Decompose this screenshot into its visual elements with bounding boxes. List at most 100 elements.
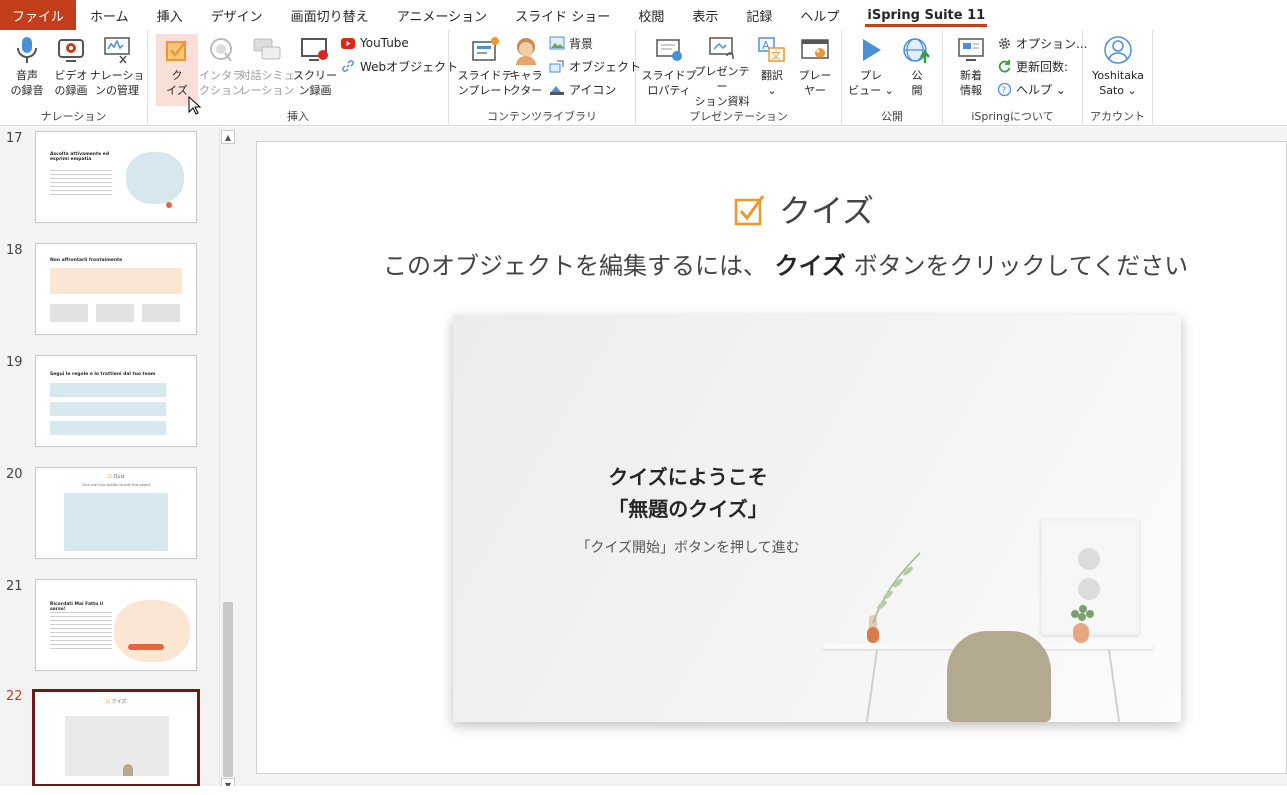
slide-number: 20 — [6, 467, 23, 482]
quiz-preview-card[interactable]: クイズにようこそ 「無題のクイズ」 「クイズ開始」ボタンを押して進む — [453, 315, 1181, 722]
thumbnail-scrollbar[interactable]: ▲ ▼ — [219, 127, 235, 795]
play-icon — [855, 34, 887, 66]
icon-button[interactable]: アイコン — [549, 79, 616, 99]
options-button[interactable]: オプション... — [996, 33, 1087, 53]
preview-button[interactable]: プレ ビュー ⌄ — [846, 34, 896, 106]
player-icon — [799, 34, 831, 66]
group-content-library: スライドテ ンプレート キャラ クター 背景 オブジェクト アイコン コンテンツ… — [449, 30, 641, 126]
object-button[interactable]: オブジェクト — [549, 56, 641, 76]
slide-thumbnail-21[interactable]: 21 Ricordati Mai Fatto il sorso! — [0, 579, 218, 675]
tab-animations[interactable]: アニメーション — [383, 0, 501, 30]
web-object-button[interactable]: Webオブジェクト — [340, 56, 458, 76]
slide-template-button[interactable]: スライドテ ンプレート — [455, 34, 515, 106]
record-video-label-2: の録画 — [54, 84, 88, 97]
translate-label-2: ⌄ — [767, 84, 777, 97]
webcam-icon — [55, 34, 87, 66]
character-label-2: クター — [509, 84, 543, 97]
slide-preview: ☑ Quiz Click the Quiz button to edit thi… — [35, 467, 197, 559]
news-label-1: 新着 — [960, 69, 982, 82]
slide-template-icon — [469, 34, 501, 66]
slide-preview-title: Ricordati Mai Fatto il sorso! — [50, 602, 104, 612]
tab-slideshow[interactable]: スライド ショー — [501, 0, 624, 30]
character-button[interactable]: キャラ クター — [507, 34, 545, 106]
link-icon — [340, 58, 356, 74]
account-name-1: Yoshitaka — [1092, 69, 1144, 82]
manage-narration-button[interactable]: ナレーショ ンの管理 — [89, 34, 145, 106]
tab-insert[interactable]: 挿入 — [143, 0, 197, 30]
slide-thumbnail-panel: 17 Ascolta attivamente ed esprimi empati… — [0, 127, 238, 795]
speech-bubbles-icon — [251, 34, 283, 66]
slide-thumbnail-22[interactable]: 22 ☑ クイズ — [0, 689, 218, 789]
ribbon: 音声 の録音 ビデオ の録画 ナレーショ ンの管理 ナレーション ク イズ イン… — [0, 30, 1287, 126]
account-button[interactable]: Yoshitaka Sato ⌄ — [1087, 34, 1149, 106]
updates-button[interactable]: 更新回数: — [996, 56, 1068, 76]
news-icon — [955, 34, 987, 66]
quiz-welcome-line-1: クイズにようこそ — [608, 465, 768, 489]
slide-thumbnail-19[interactable]: 19 Segui le regole e lo trattieni dal tu… — [0, 355, 218, 451]
interaction-icon — [205, 34, 237, 66]
object-icon — [549, 58, 565, 74]
scrollbar-thumb[interactable] — [223, 602, 233, 777]
tab-design[interactable]: デザイン — [197, 0, 277, 30]
narration-manage-icon — [101, 34, 133, 66]
slide-number: 19 — [6, 355, 23, 370]
group-label-account: アカウント — [1090, 110, 1145, 123]
slide-preview-title: ☑ Quiz — [107, 474, 125, 480]
screen-recording-button[interactable]: スクリー ン録画 — [291, 34, 339, 106]
tab-view[interactable]: 表示 — [678, 0, 732, 30]
help-button[interactable]: ? ヘルプ ⌄ — [996, 79, 1066, 99]
manage-narration-label-1: ナレーショ — [89, 69, 145, 82]
translate-button[interactable]: A文 翻訳 ⌄ — [750, 34, 794, 106]
group-label-publish: 公開 — [881, 110, 903, 123]
account-name-2: Sato ⌄ — [1099, 84, 1137, 97]
player-button[interactable]: プレー ヤー — [791, 34, 839, 106]
dialog-simulation-button[interactable]: 対話シミュ レーション — [238, 34, 296, 106]
slide-canvas[interactable]: クイズ このオブジェクトを編集するには、 クイズ ボタンをクリックしてください — [256, 141, 1287, 774]
slide-preview: Segui le regole e lo trattieni dal tuo t… — [35, 355, 197, 447]
slide-properties-label-2: ロパティ — [647, 84, 691, 97]
slide-thumbnail-20[interactable]: 20 ☑ Quiz Click the Quiz button to edit … — [0, 467, 218, 563]
scroll-up-arrow-icon[interactable]: ▲ — [221, 130, 235, 144]
slide-preview-title: Segui le regole e lo trattieni dal tuo t… — [50, 372, 156, 377]
background-button[interactable]: 背景 — [549, 33, 593, 53]
group-label-narration: ナレーション — [40, 110, 107, 123]
record-audio-label-2: の録音 — [10, 84, 44, 97]
slide-preview-selected: ☑ クイズ — [32, 689, 200, 787]
character-label-1: キャラ — [509, 69, 543, 82]
publish-label-1: 公 — [911, 69, 923, 82]
group-account: Yoshitaka Sato ⌄ アカウント — [1083, 30, 1153, 126]
translate-icon: A文 — [756, 34, 788, 66]
character-avatar-icon — [510, 34, 542, 66]
svg-text:文: 文 — [771, 49, 781, 62]
tab-review[interactable]: 校閲 — [624, 0, 678, 30]
news-label-2: 情報 — [960, 84, 982, 97]
tab-help[interactable]: ヘルプ — [786, 0, 853, 30]
tab-home[interactable]: ホーム — [76, 0, 143, 30]
quiz-label-1: ク — [171, 69, 183, 82]
slide-editor: クイズ このオブジェクトを編集するには、 クイズ ボタンをクリックしてください — [238, 127, 1287, 795]
tab-record[interactable]: 記録 — [732, 0, 786, 30]
quiz-title-text: クイズ — [779, 192, 875, 230]
slide-preview-title: ☑ クイズ — [105, 699, 127, 705]
instruction-bold: クイズ — [774, 252, 846, 280]
tab-transitions[interactable]: 画面切り替え — [277, 0, 383, 30]
gear-icon — [996, 35, 1012, 51]
presentation-resources-button[interactable]: プレゼンテー ション資料 — [690, 34, 754, 108]
instruction-pre: このオブジェクトを編集するには、 — [383, 252, 767, 280]
instruction-post: ボタンをクリックしてください — [853, 252, 1189, 280]
icon-library-icon — [549, 81, 565, 97]
slide-preview: Ricordati Mai Fatto il sorso! — [35, 579, 197, 671]
options-label: オプション... — [1016, 36, 1088, 51]
publish-button[interactable]: 公 開 — [894, 34, 940, 106]
news-button[interactable]: 新着 情報 — [945, 34, 997, 106]
ribbon-tabs: ファイル ホーム 挿入 デザイン 画面切り替え アニメーション スライド ショー… — [0, 0, 1287, 30]
group-label-content-library: コンテンツライブラリ — [487, 110, 597, 123]
youtube-button[interactable]: YouTube — [340, 33, 409, 53]
icon-label: アイコン — [569, 82, 617, 97]
screen-recording-label-1: スクリー — [293, 69, 337, 82]
tab-file[interactable]: ファイル — [0, 0, 77, 30]
slide-thumbnail-18[interactable]: 18 Non affrontarli frontalmente — [0, 243, 218, 339]
group-narration: 音声 の録音 ビデオ の録画 ナレーショ ンの管理 ナレーション — [0, 30, 148, 126]
slide-thumbnail-17[interactable]: 17 Ascolta attivamente ed esprimi empati… — [0, 131, 218, 227]
tab-ispring-suite[interactable]: iSpring Suite 11 — [853, 0, 999, 30]
